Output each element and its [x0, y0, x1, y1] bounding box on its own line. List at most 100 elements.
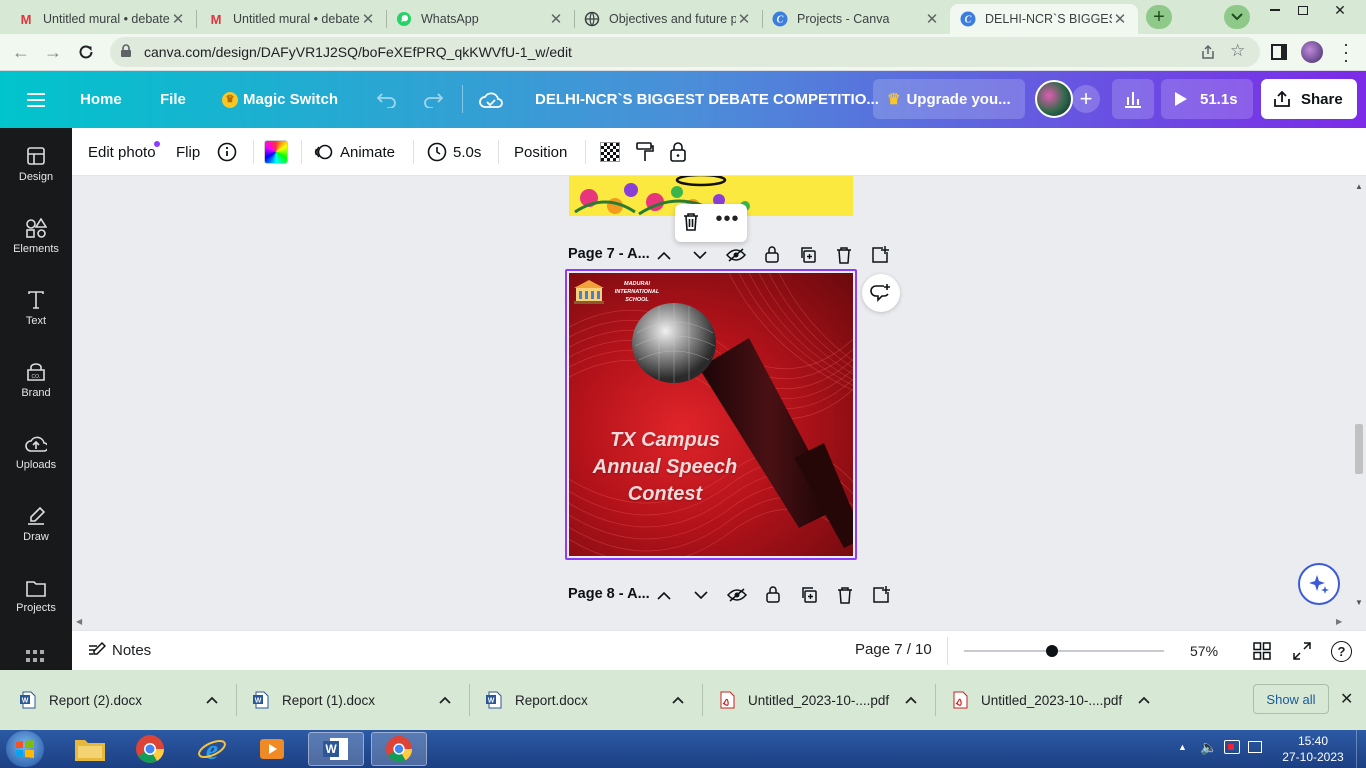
bookmark-star-icon[interactable]: ☆ [1230, 41, 1245, 61]
transparency-icon[interactable] [600, 128, 620, 176]
upgrade-button[interactable]: ♛ Upgrade you... [873, 79, 1025, 119]
sidebar-item-projects[interactable]: Projects [0, 560, 72, 632]
tab-delhi-debate[interactable]: C DELHI-NCR`S BIGGEST ✕ [950, 4, 1138, 34]
show-desktop-button[interactable] [1356, 730, 1366, 768]
close-downloads-icon[interactable]: ✕ [1340, 689, 1353, 709]
vertical-scrollbar[interactable]: ▲ ▼ [1352, 176, 1366, 614]
present-button[interactable]: 51.1s [1161, 79, 1253, 119]
sidebar-item-elements[interactable]: Elements [0, 200, 72, 272]
more-options-icon[interactable]: ••• [715, 208, 739, 231]
lock-page-icon[interactable] [763, 584, 783, 604]
start-button[interactable] [6, 731, 44, 767]
move-page-up-icon[interactable] [654, 245, 674, 265]
tab-mural-2[interactable]: M Untitled mural • debate ✕ [198, 4, 386, 34]
zoom-slider[interactable] [964, 645, 1164, 657]
duplicate-page-icon[interactable] [799, 585, 819, 605]
chevron-up-icon[interactable] [905, 692, 917, 707]
close-icon[interactable]: ✕ [360, 10, 376, 28]
magic-switch-button[interactable]: ♛ Magic Switch [222, 71, 338, 128]
chevron-up-icon[interactable] [439, 692, 451, 707]
download-item[interactable]: W Report (1).docx [253, 670, 451, 730]
close-icon[interactable]: ✕ [924, 10, 940, 28]
page-7-title[interactable]: Page 7 - A... [568, 246, 650, 262]
sidebar-item-design[interactable]: Design [0, 128, 72, 200]
share-page-icon[interactable] [1200, 44, 1216, 63]
chevron-up-icon[interactable] [206, 692, 218, 707]
hide-page-icon[interactable] [727, 585, 747, 605]
sidebar-item-draw[interactable]: Draw [0, 488, 72, 560]
move-page-up-icon[interactable] [654, 585, 674, 605]
url-bar[interactable]: canva.com/design/DAFyVR1J2SQ/boFeXEfPRQ_… [110, 37, 1260, 67]
chrome-active-taskbar-icon[interactable] [371, 732, 427, 766]
window-close-icon[interactable]: ✕ [1320, 0, 1360, 20]
forward-icon[interactable]: → [44, 42, 62, 63]
tab-projects-canva[interactable]: C Projects - Canva ✕ [762, 4, 950, 34]
browser-menu-icon[interactable]: · · · [1343, 35, 1349, 69]
volume-icon[interactable]: 🔈 [1200, 739, 1217, 756]
magic-assistant-button[interactable] [1298, 563, 1340, 605]
close-icon[interactable]: ✕ [736, 10, 752, 28]
horizontal-scrollbar[interactable]: ◀ ▶ [72, 614, 1352, 630]
tab-search-chevron-icon[interactable] [1224, 5, 1250, 29]
edit-photo-button[interactable]: Edit photo [88, 128, 160, 176]
share-button[interactable]: Share [1261, 79, 1357, 119]
scrollbar-thumb[interactable] [1355, 424, 1363, 474]
page-8-title[interactable]: Page 8 - A... [568, 586, 650, 602]
color-picker-swatch[interactable] [264, 128, 288, 176]
position-button[interactable]: Position [514, 128, 567, 176]
tab-whatsapp[interactable]: WhatsApp ✕ [386, 4, 574, 34]
network-flag-icon[interactable] [1224, 740, 1240, 754]
poster-headline[interactable]: TX Campus Annual Speech Contest [575, 427, 755, 508]
undo-icon[interactable] [376, 71, 398, 128]
word-taskbar-icon[interactable]: W [308, 732, 364, 766]
info-icon[interactable] [217, 128, 237, 176]
chevron-up-icon[interactable] [672, 692, 684, 707]
delete-page-icon[interactable] [835, 585, 855, 605]
add-page-icon[interactable] [870, 245, 890, 265]
chevron-up-icon[interactable] [1138, 692, 1150, 707]
document-title[interactable]: DELHI-NCR`S BIGGEST DEBATE COMPETITIO... [535, 71, 879, 128]
close-icon[interactable]: ✕ [1112, 10, 1128, 28]
download-item[interactable]: W Report.docx [486, 670, 684, 730]
add-comment-button[interactable] [862, 274, 900, 312]
file-menu-button[interactable]: File [160, 71, 186, 128]
internet-explorer-icon[interactable]: e [184, 732, 240, 766]
sidebar-item-text[interactable]: Text [0, 272, 72, 344]
restore-icon[interactable] [1290, 0, 1316, 20]
scroll-right-arrow-icon[interactable]: ▶ [1336, 617, 1342, 626]
zoom-slider-knob[interactable] [1046, 645, 1058, 657]
tab-objectives[interactable]: Objectives and future p ✕ [574, 4, 762, 34]
side-panel-icon[interactable] [1271, 44, 1287, 60]
minimize-icon[interactable] [1262, 0, 1288, 20]
delete-page-icon[interactable] [834, 245, 854, 265]
paint-roller-icon[interactable] [635, 128, 655, 176]
action-center-icon[interactable] [1248, 741, 1262, 753]
sidebar-item-brand[interactable]: CO. Brand [0, 344, 72, 416]
scroll-left-arrow-icon[interactable]: ◀ [76, 617, 82, 626]
redo-icon[interactable] [422, 71, 444, 128]
flip-button[interactable]: Flip [176, 128, 200, 176]
media-player-icon[interactable] [244, 732, 300, 766]
show-all-downloads-button[interactable]: Show all [1253, 684, 1329, 714]
notes-button[interactable]: Notes [88, 641, 151, 659]
move-page-down-icon[interactable] [691, 585, 711, 605]
apps-grid-icon[interactable] [26, 650, 46, 662]
animate-button[interactable]: Animate [314, 128, 395, 176]
trash-icon[interactable] [682, 212, 700, 235]
download-item[interactable]: Untitled_2023-10-....pdf [952, 670, 1150, 730]
zoom-level[interactable]: 57% [1190, 643, 1218, 659]
download-item[interactable]: Untitled_2023-10-....pdf [719, 670, 917, 730]
tray-expand-icon[interactable]: ▲ [1178, 742, 1187, 752]
hide-page-icon[interactable] [726, 245, 746, 265]
back-icon[interactable]: ← [12, 42, 30, 63]
new-tab-plus-icon[interactable]: + [1146, 5, 1172, 29]
system-clock[interactable]: 15:40 27-10-2023 [1278, 733, 1348, 765]
move-page-down-icon[interactable] [690, 245, 710, 265]
lock-icon[interactable] [669, 128, 687, 176]
duplicate-page-icon[interactable] [798, 245, 818, 265]
collaborator-avatar[interactable] [1035, 80, 1073, 118]
close-icon[interactable]: ✕ [170, 10, 186, 28]
page-7-poster[interactable]: MADURAI INTERNATIONAL SCHOOL TX Campus A… [569, 273, 853, 556]
page-indicator[interactable]: Page 7 / 10 [855, 641, 932, 658]
file-explorer-icon[interactable] [62, 732, 118, 766]
